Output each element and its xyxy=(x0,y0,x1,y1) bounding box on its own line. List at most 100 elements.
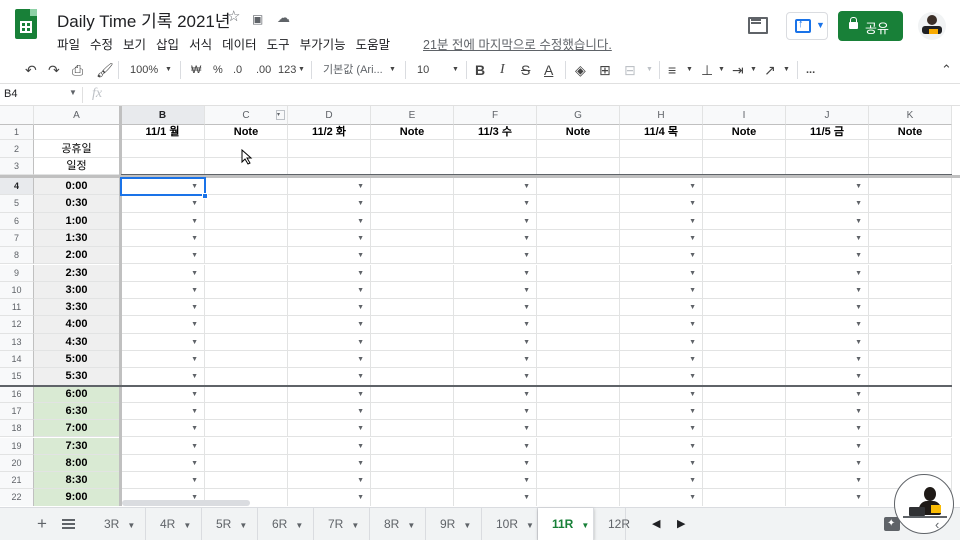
font-family-select[interactable]: 기본값 (Ari... xyxy=(323,60,383,80)
cell[interactable] xyxy=(371,281,454,300)
column-menu-icon[interactable]: ▾ xyxy=(276,110,285,120)
dropdown-arrow-icon[interactable]: ▼ xyxy=(357,351,364,367)
cell[interactable] xyxy=(537,351,620,369)
column-header-k[interactable]: K xyxy=(869,106,952,125)
menu-file[interactable]: 파일 xyxy=(57,34,80,53)
cell[interactable]: ▼ xyxy=(620,178,703,196)
avatar[interactable] xyxy=(918,12,946,40)
row-header-19[interactable]: 19 xyxy=(0,437,34,455)
cell[interactable]: ▼ xyxy=(121,264,205,282)
cell[interactable]: ▼ xyxy=(786,264,869,282)
cell[interactable] xyxy=(869,140,952,158)
cell[interactable] xyxy=(205,454,288,473)
cell[interactable]: ▼ xyxy=(620,316,703,334)
dropdown-arrow-icon[interactable]: ▼ xyxy=(689,195,696,211)
dropdown-arrow-icon[interactable]: ▼ xyxy=(855,247,862,263)
dropdown-arrow-icon[interactable]: ▼ xyxy=(523,386,530,402)
cell[interactable]: ▼ xyxy=(786,229,869,248)
cell[interactable]: ▼ xyxy=(786,333,869,351)
row-header-8[interactable]: 8 xyxy=(0,247,34,265)
cell[interactable]: ▼ xyxy=(786,402,869,421)
cell[interactable]: ▼ xyxy=(454,316,537,334)
dropdown-arrow-icon[interactable]: ▼ xyxy=(855,334,862,350)
cell[interactable]: ▼ xyxy=(121,402,205,421)
cell[interactable] xyxy=(703,247,786,265)
cell[interactable] xyxy=(869,281,952,300)
dropdown-arrow-icon[interactable]: ▼ xyxy=(357,438,364,454)
cell[interactable]: ▼ xyxy=(620,299,703,317)
dropdown-arrow-icon[interactable]: ▼ xyxy=(191,247,198,263)
cell[interactable] xyxy=(703,472,786,490)
cell[interactable] xyxy=(869,368,952,386)
dropdown-arrow-icon[interactable]: ▼ xyxy=(191,282,198,298)
cell[interactable] xyxy=(703,420,786,438)
cell[interactable]: ▼ xyxy=(288,281,371,300)
cell[interactable] xyxy=(869,454,952,473)
cell[interactable]: ▼ xyxy=(786,281,869,300)
cell[interactable]: ▼ xyxy=(121,212,205,230)
dropdown-arrow-icon[interactable]: ▼ xyxy=(855,386,862,402)
cell[interactable]: ▼ xyxy=(786,195,869,213)
cell[interactable] xyxy=(869,229,952,248)
dropdown-arrow-icon[interactable]: ▼ xyxy=(689,334,696,350)
cell[interactable]: ▼ xyxy=(288,351,371,369)
cell[interactable]: ▼ xyxy=(288,402,371,421)
dropdown-arrow-icon[interactable]: ▼ xyxy=(523,438,530,454)
row-header-6[interactable]: 6 xyxy=(0,212,34,230)
dropdown-arrow-icon[interactable]: ▼ xyxy=(523,455,530,471)
menu-help[interactable]: 도움말 xyxy=(356,34,391,53)
note-header-cell[interactable]: Note xyxy=(205,125,288,140)
dropdown-arrow-icon[interactable]: ▼ xyxy=(523,368,530,384)
cell[interactable]: ▼ xyxy=(786,316,869,334)
chevron-down-icon[interactable]: ▼ xyxy=(351,521,359,530)
row-header-17[interactable]: 17 xyxy=(0,402,34,421)
time-cell[interactable]: 0:00 xyxy=(34,178,120,196)
dropdown-arrow-icon[interactable]: ▼ xyxy=(523,316,530,332)
cell[interactable] xyxy=(703,281,786,300)
chevron-down-icon[interactable]: ▼ xyxy=(295,521,303,530)
note-header-cell[interactable]: Note xyxy=(869,125,952,140)
cell[interactable] xyxy=(703,333,786,351)
chevron-down-icon[interactable]: ▼ xyxy=(581,521,589,530)
cell[interactable] xyxy=(537,281,620,300)
cell[interactable] xyxy=(703,178,786,196)
text-rotation-icon[interactable]: ↗ xyxy=(764,60,776,80)
add-sheet-icon[interactable]: + xyxy=(37,514,47,534)
dropdown-arrow-icon[interactable]: ▼ xyxy=(191,265,198,281)
dropdown-arrow-icon[interactable]: ▼ xyxy=(855,265,862,281)
dropdown-arrow-icon[interactable]: ▼ xyxy=(357,455,364,471)
column-header-b[interactable]: B xyxy=(121,106,205,125)
cell[interactable] xyxy=(703,368,786,386)
cell[interactable] xyxy=(371,316,454,334)
cell[interactable]: ▼ xyxy=(454,420,537,438)
dropdown-arrow-icon[interactable]: ▼ xyxy=(855,230,862,246)
row-header-22[interactable]: 22 xyxy=(0,489,34,506)
menu-edit[interactable]: 수정 xyxy=(90,34,113,53)
cell[interactable]: ▼ xyxy=(454,402,537,421)
dropdown-arrow-icon[interactable]: ▼ xyxy=(523,472,530,488)
cell[interactable] xyxy=(205,178,288,196)
cell[interactable]: ▼ xyxy=(121,368,205,386)
dropdown-arrow-icon[interactable]: ▼ xyxy=(357,420,364,436)
chevron-down-icon[interactable]: ▼ xyxy=(463,521,471,530)
cell[interactable] xyxy=(205,351,288,369)
date-header-cell[interactable]: 11/5 금 xyxy=(786,125,869,140)
time-cell[interactable]: 4:00 xyxy=(34,316,120,334)
dropdown-arrow-icon[interactable]: ▼ xyxy=(191,420,198,436)
cell[interactable]: ▼ xyxy=(288,299,371,317)
sheet-tab-5r[interactable]: 5R ▼ xyxy=(202,508,258,540)
row-header-10[interactable]: 10 xyxy=(0,281,34,300)
cell[interactable]: ▼ xyxy=(454,385,537,403)
column-header-g[interactable]: G xyxy=(537,106,620,125)
cell[interactable]: ▼ xyxy=(454,454,537,473)
row-header-11[interactable]: 11 xyxy=(0,299,34,317)
cell[interactable] xyxy=(537,264,620,282)
fill-handle[interactable] xyxy=(202,193,208,200)
cell[interactable]: ▼ xyxy=(620,333,703,351)
decrease-decimal-button[interactable]: .0 xyxy=(233,60,242,80)
date-header-cell[interactable]: 11/4 목 xyxy=(620,125,703,140)
time-cell[interactable]: 2:30 xyxy=(34,264,120,282)
row-header-15[interactable]: 15 xyxy=(0,368,34,386)
time-cell[interactable]: 3:00 xyxy=(34,281,120,300)
font-size-select[interactable]: 10 xyxy=(417,60,429,80)
